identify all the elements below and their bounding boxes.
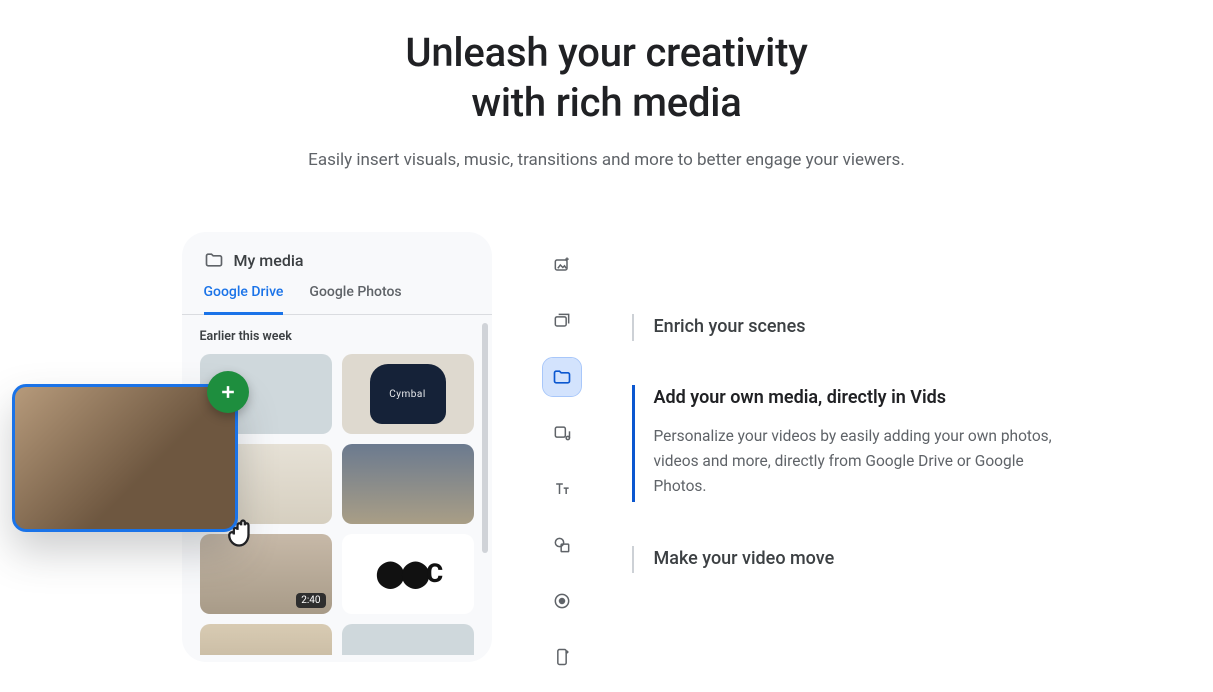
feature-list: Enrich your scenes Add your own media, d… xyxy=(632,232,1062,573)
page-subtitle: Easily insert visuals, music, transition… xyxy=(0,150,1213,170)
feature-title: Enrich your scenes xyxy=(654,316,1062,337)
tshirt-label: Cymbal xyxy=(389,389,426,400)
panel-title: My media xyxy=(234,251,304,270)
rail-image-gen[interactable] xyxy=(543,246,581,284)
add-media-badge[interactable] xyxy=(207,371,249,413)
page-title: Unleash your creativity with rich media xyxy=(0,28,1213,128)
thumb-city[interactable] xyxy=(342,444,474,524)
title-line-2: with rich media xyxy=(471,79,741,126)
insert-sidebar-rail xyxy=(534,232,590,690)
feature-title: Add your own media, directly in Vids xyxy=(654,387,1062,408)
feature-title: Make your video move xyxy=(654,548,1062,569)
rail-shapes[interactable] xyxy=(543,526,581,564)
rail-stock[interactable] xyxy=(543,302,581,340)
feature-make-video-move[interactable]: Make your video move xyxy=(632,546,1062,573)
thumb-tshirt[interactable]: Cymbal xyxy=(342,354,474,434)
shapes-icon xyxy=(552,535,572,555)
tab-google-photos[interactable]: Google Photos xyxy=(309,284,401,314)
feature-body: Personalize your videos by easily adding… xyxy=(654,424,1054,498)
rail-audio[interactable] xyxy=(543,414,581,452)
folder-icon xyxy=(204,250,224,270)
gallery-icon xyxy=(552,311,572,331)
grab-cursor-icon xyxy=(221,507,265,551)
image-sparkle-icon xyxy=(552,255,572,275)
feature-enrich-scenes[interactable]: Enrich your scenes xyxy=(632,314,1062,341)
music-note-icon xyxy=(552,423,572,443)
rail-templates[interactable] xyxy=(543,638,581,676)
plus-icon xyxy=(218,382,238,402)
section-earlier-this-week: Earlier this week xyxy=(200,329,474,344)
tab-google-drive[interactable]: Google Drive xyxy=(204,284,284,315)
record-icon xyxy=(552,591,572,611)
title-line-1: Unleash your creativity xyxy=(405,29,807,76)
video-duration: 2:40 xyxy=(296,593,325,608)
thumb-extra[interactable] xyxy=(342,624,474,655)
rail-text[interactable] xyxy=(543,470,581,508)
text-icon xyxy=(552,479,572,499)
thumb-office[interactable]: 2:40 xyxy=(200,534,332,614)
feature-add-own-media[interactable]: Add your own media, directly in Vids Per… xyxy=(632,385,1062,502)
dragging-media-preview[interactable] xyxy=(12,384,238,532)
rail-my-media[interactable] xyxy=(543,358,581,396)
folder-icon xyxy=(552,367,572,387)
thumb-logo[interactable]: ⬤⬤C xyxy=(342,534,474,614)
media-panel-illustration: My media Google Drive Google Photos Earl… xyxy=(152,232,492,662)
thumb-interior[interactable] xyxy=(200,624,332,655)
mobile-sparkle-icon xyxy=(552,647,572,667)
rail-record[interactable] xyxy=(543,582,581,620)
